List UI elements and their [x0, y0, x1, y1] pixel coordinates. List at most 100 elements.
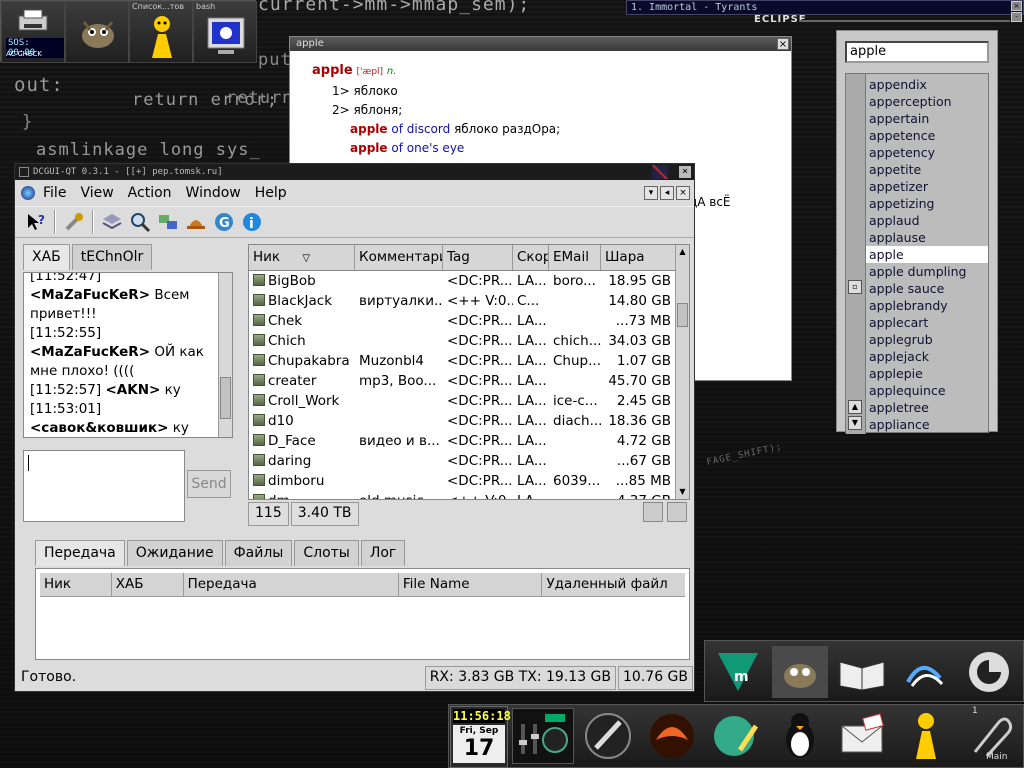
book-icon[interactable] — [834, 646, 890, 698]
scroll-up-icon[interactable]: ▲ — [677, 247, 688, 259]
chat-nick[interactable]: <AKN> — [105, 382, 160, 398]
scroll-thumb-icon[interactable]: ▫ — [848, 280, 862, 294]
search-icon[interactable] — [127, 209, 153, 235]
chat-scroll-thumb[interactable] — [220, 377, 231, 419]
user-list-scroll-thumb[interactable] — [677, 303, 688, 327]
phrase-rest[interactable]: of discord — [391, 122, 450, 136]
word-list-item[interactable]: applegrub — [866, 331, 988, 348]
menu-file[interactable]: File — [43, 185, 66, 201]
tab-slots[interactable]: Слоты — [294, 540, 359, 566]
layers-icon[interactable] — [99, 209, 125, 235]
word-list-item[interactable]: appetite — [866, 161, 988, 178]
word-list-item[interactable]: appetence — [866, 127, 988, 144]
person-icon[interactable] — [896, 708, 956, 764]
send-button[interactable]: Send — [187, 470, 231, 498]
word-list-item[interactable]: appetency — [866, 144, 988, 161]
col-email[interactable]: EMail — [549, 245, 601, 270]
tab-log[interactable]: Лог — [360, 540, 406, 566]
uk-flag-icon[interactable] — [652, 165, 668, 179]
hat-icon[interactable] — [183, 209, 209, 235]
wrench-icon[interactable] — [61, 209, 87, 235]
word-list-item[interactable]: appetizer — [866, 178, 988, 195]
col-share[interactable]: Шара — [601, 245, 677, 270]
menu-action[interactable]: Action — [128, 185, 172, 201]
chat-nick[interactable]: <савок&ковшик> — [30, 420, 168, 436]
tab-transfer[interactable]: Передача — [35, 540, 125, 566]
dock-cell-monitor[interactable]: SOS: 00:00 AC CHECK — [1, 1, 65, 63]
phrase-rest[interactable]: of one's eye — [391, 141, 464, 155]
chat-input[interactable] — [23, 450, 185, 522]
openoffice-icon[interactable] — [896, 646, 952, 698]
col-filename[interactable]: File Name — [399, 573, 543, 596]
dictionary-close-button[interactable]: × — [777, 38, 789, 50]
table-row[interactable]: D_Face видео и в... <DC:PR... LA... 4.72 GB — [249, 431, 677, 451]
col-tag[interactable]: Tag — [443, 245, 513, 270]
tab-waiting[interactable]: Ожидание — [126, 540, 223, 566]
col-comment[interactable]: Комментари — [355, 245, 443, 270]
clock-widget[interactable]: 11:56:18 Fri, Sep 17 — [450, 706, 511, 768]
mdi-restore-icon[interactable]: ◂ — [660, 186, 674, 200]
music-player-track[interactable]: 1. Immortal - Tyrants — [626, 0, 1024, 15]
word-list-item[interactable]: applebrandy — [866, 297, 988, 314]
word-list-item[interactable]: applecart — [866, 314, 988, 331]
reconnect-icon[interactable] — [667, 502, 687, 522]
eclipse-logo-icon[interactable] — [958, 644, 1020, 700]
col-hub[interactable]: ХАБ — [112, 573, 184, 596]
music-min-icon[interactable]: - — [1011, 12, 1022, 22]
mdi-minimize-icon[interactable]: ▾ — [644, 186, 658, 200]
col-nick[interactable]: Ник ▽ — [249, 245, 355, 270]
tab-hub[interactable]: ХАБ — [23, 244, 70, 270]
network-icon[interactable] — [155, 209, 181, 235]
dictionary-titlebar[interactable]: apple × — [290, 37, 791, 51]
info-icon[interactable]: i — [239, 209, 265, 235]
whats-this-icon[interactable]: ? — [23, 209, 49, 235]
chat-nick[interactable]: <MaZaFucKeR> — [30, 287, 150, 303]
menu-view[interactable]: View — [80, 185, 113, 201]
tab-technolr[interactable]: tEChnOlr — [71, 244, 153, 270]
table-row[interactable]: Chupakabra Muzonbl4 <DC:PR... LA... Chup... 1… — [249, 351, 677, 371]
table-row[interactable]: Chek <DC:PR... LA... ...73 MB — [249, 311, 677, 331]
scroll-down-icon[interactable]: ▼ — [848, 416, 862, 430]
mdi-close-icon[interactable]: × — [676, 186, 690, 200]
penguin-icon[interactable] — [770, 708, 830, 764]
dock-cell-terminal[interactable]: bash — [193, 1, 257, 63]
col-remote-file[interactable]: Удаленный файл — [542, 573, 685, 596]
scroll-down-icon[interactable]: ▼ — [677, 487, 688, 499]
word-list-item[interactable]: applejack — [866, 348, 988, 365]
dcgui-titlebar[interactable]: DCGUI-QT 0.3.1 - [[+] pep.tomsk.ru] × — [15, 164, 694, 180]
menu-help[interactable]: Help — [255, 185, 287, 201]
table-row[interactable]: dm old music...<++ V:0...LA... 4.37 GB — [249, 491, 677, 499]
col-nick[interactable]: Ник — [40, 573, 112, 596]
word-list-item[interactable]: applaud — [866, 212, 988, 229]
table-row[interactable]: BigBob <DC:PR... LA... boro... 18.95 GB — [249, 271, 677, 291]
chat-nick[interactable]: <MaZaFucKeR> — [30, 344, 150, 360]
word-list-item[interactable]: appletree — [866, 399, 988, 416]
table-row[interactable]: Croll_Work <DC:PR... LA... ice-c... 2.45 GB — [249, 391, 677, 411]
table-row[interactable]: d10 <DC:PR... LA... diach... 18.36 GB — [249, 411, 677, 431]
lock-icon[interactable] — [643, 502, 663, 522]
phoenix-icon[interactable] — [642, 708, 702, 764]
word-list-item[interactable]: applause — [866, 229, 988, 246]
gimp-icon[interactable] — [772, 646, 828, 698]
scroll-up-icon[interactable]: ▲ — [848, 400, 862, 414]
tab-files[interactable]: Файлы — [224, 540, 293, 566]
word-list-item[interactable]: apple — [866, 246, 988, 263]
window-menu-icon[interactable] — [19, 167, 29, 177]
word-list-item[interactable]: applepie — [866, 365, 988, 382]
user-list-scrollbar[interactable]: ▲ ▼ — [675, 245, 689, 499]
word-list-item[interactable]: appetizing — [866, 195, 988, 212]
word-list-item[interactable]: appliance — [866, 416, 988, 433]
refresh-icon[interactable]: G — [211, 209, 237, 235]
word-list-item[interactable]: applequince — [866, 382, 988, 399]
chat-log[interactable]: [11:52:47] <MaZaFucKeR> Всем привет!!! [11… — [23, 272, 233, 438]
dcgui-close-button[interactable]: × — [679, 166, 691, 178]
word-search-input[interactable]: apple — [845, 41, 989, 63]
table-row[interactable]: BlackJack виртуалки... <++ V:0... C... 14.80… — [249, 291, 677, 311]
word-list-item[interactable]: appendix — [866, 76, 988, 93]
word-list-scrollbar[interactable]: ▫ ▲ ▼ — [846, 74, 866, 434]
pen-tool-icon[interactable] — [578, 708, 638, 764]
music-close-icon[interactable]: × — [1011, 1, 1022, 11]
mixer-icon[interactable] — [512, 708, 574, 764]
word-list-item[interactable]: appertain — [866, 110, 988, 127]
col-speed[interactable]: Скор — [513, 245, 549, 270]
